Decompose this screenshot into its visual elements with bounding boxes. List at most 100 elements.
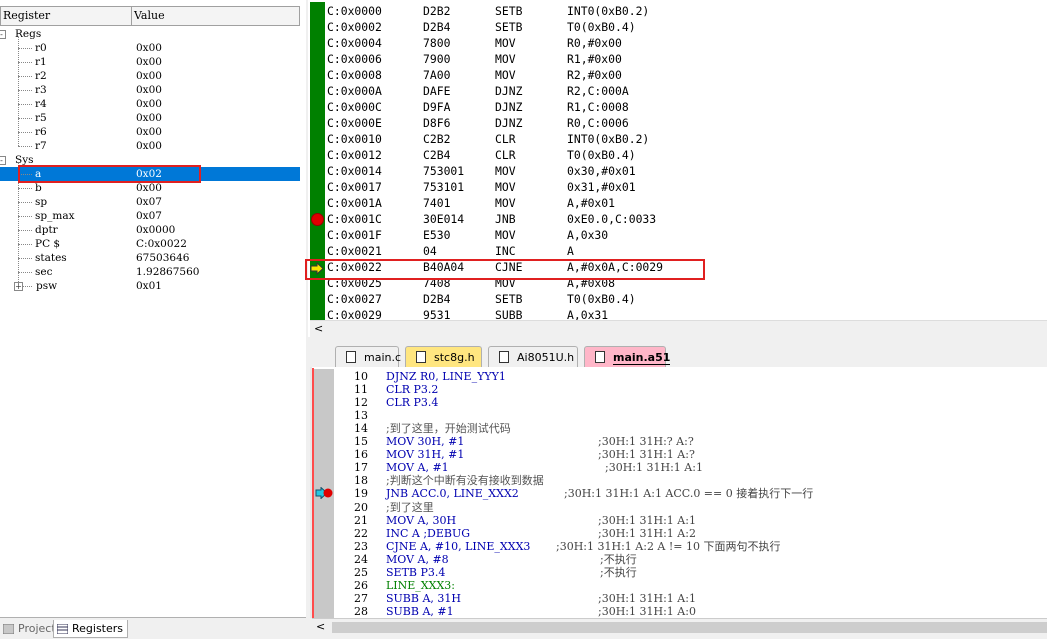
- source-line[interactable]: 14 ;到了这里，开始测试代码: [0, 422, 1040, 435]
- source-line[interactable]: 27 SUBB A, 31H ;30H:1 31H:1 A:1: [0, 592, 1040, 605]
- register-row[interactable]: r4 0x00: [0, 97, 300, 111]
- disassembly-row[interactable]: C:0x0021 04 INC A: [327, 243, 1027, 259]
- register-row[interactable]: r2 0x00: [0, 69, 300, 83]
- register-value[interactable]: 0x0000: [136, 223, 175, 237]
- tree-vertical-connector: [18, 37, 19, 146]
- source-line[interactable]: 15 MOV 30H, #1 ;30H:1 31H:? A:?: [0, 435, 1040, 448]
- register-row[interactable]: sec 1.92867560: [0, 265, 300, 279]
- line-number: 27: [354, 591, 368, 605]
- tab-registers[interactable]: Registers: [53, 620, 128, 638]
- source-line[interactable]: 22 INC A ;DEBUG ;30H:1 31H:1 A:2: [0, 527, 1040, 540]
- source-line[interactable]: 26 LINE_XXX3:: [0, 579, 1040, 592]
- tab-main-c[interactable]: main.c: [335, 346, 401, 367]
- disassembly-address: C:0x0006: [327, 52, 382, 66]
- disassembly-row[interactable]: C:0x000A DAFE DJNZ R2,C:000A: [327, 83, 1027, 99]
- register-value[interactable]: 0x07: [136, 195, 162, 209]
- collapse-icon[interactable]: -: [0, 156, 6, 165]
- register-row[interactable]: b 0x00: [0, 181, 300, 195]
- disassembly-address: C:0x0002: [327, 20, 382, 34]
- source-line[interactable]: 16 MOV 31H, #1 ;30H:1 31H:1 A:?: [0, 448, 1040, 461]
- register-value[interactable]: 0x00: [136, 83, 162, 97]
- disassembly-row[interactable]: C:0x0008 7A00 MOV R2,#0x00: [327, 67, 1027, 83]
- register-row[interactable]: r5 0x00: [0, 111, 300, 125]
- disassembly-operands: T0(0xB0.4): [567, 292, 636, 306]
- disassembly-row[interactable]: C:0x0010 C2B2 CLR INT0(0xB0.2): [327, 131, 1027, 147]
- value-column-header[interactable]: Value: [132, 7, 299, 25]
- disassembly-row[interactable]: C:0x000E D8F6 DJNZ R0,C:0006: [327, 115, 1027, 131]
- register-value[interactable]: 0x00: [136, 69, 162, 83]
- tab-project[interactable]: Project: [0, 620, 56, 638]
- disassembly-row[interactable]: C:0x0004 7800 MOV R0,#0x00: [327, 35, 1027, 51]
- register-row[interactable]: dptr 0x0000: [0, 223, 300, 237]
- register-row[interactable]: r1 0x00: [0, 55, 300, 69]
- source-code: LINE_XXX3:: [386, 578, 456, 592]
- disassembly-row[interactable]: C:0x001A 7401 MOV A,#0x01: [327, 195, 1027, 211]
- source-code: ;到了这里，开始测试代码: [386, 422, 511, 436]
- source-line[interactable]: 19 JNB ACC.0, LINE_XXX2 ;30H:1 31H:1 A:1 A…: [0, 487, 1040, 500]
- source-line[interactable]: 25 SETB P3.4 ;不执行: [0, 566, 1040, 579]
- register-group-regs[interactable]: - Regs: [0, 27, 300, 41]
- disassembly-operands: 0xE0.0,C:0033: [567, 212, 657, 226]
- disassembly-row[interactable]: C:0x0017 753101 MOV 0x31,#0x01: [327, 179, 1027, 195]
- disassembly-row[interactable]: C:0x0002 D2B4 SETB T0(0xB0.4): [327, 19, 1027, 35]
- register-row[interactable]: r0 0x00: [0, 41, 300, 55]
- source-line[interactable]: 10 DJNZ R0, LINE_YYY1: [0, 370, 1040, 383]
- register-row[interactable]: r7 0x00: [0, 139, 300, 153]
- register-value[interactable]: 1.92867560: [136, 265, 199, 279]
- source-line[interactable]: 11 CLR P3.2: [0, 383, 1040, 396]
- source-line[interactable]: 23 CJNE A, #10, LINE_XXX3 ;30H:1 31H:1 A:2…: [0, 540, 1040, 553]
- register-value[interactable]: 0x00: [136, 41, 162, 55]
- register-row[interactable]: states 67503646: [0, 251, 300, 265]
- register-row[interactable]: PC $ C:0x0022: [0, 237, 300, 251]
- register-value[interactable]: 0x00: [136, 139, 162, 153]
- source-line[interactable]: 18 ;判断这个中断有没有接收到数据: [0, 474, 1040, 487]
- register-row[interactable]: r3 0x00: [0, 83, 300, 97]
- tab-main-a51[interactable]: main.a51: [584, 346, 671, 367]
- collapse-icon[interactable]: -: [0, 30, 6, 39]
- register-value[interactable]: 0x07: [136, 209, 162, 223]
- disassembly-row[interactable]: C:0x0012 C2B4 CLR T0(0xB0.4): [327, 147, 1027, 163]
- disassembly-row[interactable]: C:0x0000 D2B2 SETB INT0(0xB0.2): [327, 3, 1027, 19]
- disassembly-horizontal-scrollbar[interactable]: <: [310, 320, 1047, 337]
- register-value[interactable]: 0x00: [136, 181, 162, 195]
- register-value[interactable]: 0x00: [136, 111, 162, 125]
- line-number: 22: [354, 526, 368, 540]
- register-row[interactable]: + psw 0x01: [0, 279, 300, 293]
- disassembly-row[interactable]: C:0x001C 30E014 JNB 0xE0.0,C:0033: [327, 211, 1027, 227]
- scroll-left-button[interactable]: <: [314, 321, 323, 337]
- register-value[interactable]: 67503646: [136, 251, 189, 265]
- register-value[interactable]: C:0x0022: [136, 237, 187, 251]
- editor-horizontal-scrollbar[interactable]: <: [312, 618, 1047, 637]
- register-column-header[interactable]: Register: [1, 7, 132, 25]
- disassembly-row[interactable]: C:0x0006 7900 MOV R1,#0x00: [327, 51, 1027, 67]
- disassembly-breakpoint-icon[interactable]: [311, 213, 324, 226]
- editor-scroll-left-button[interactable]: <: [316, 620, 325, 633]
- source-line[interactable]: 12 CLR P3.4: [0, 396, 1040, 409]
- disassembly-mnemonic: DJNZ: [495, 100, 523, 114]
- register-value[interactable]: 0x00: [136, 97, 162, 111]
- source-line[interactable]: 28 SUBB A, #1 ;30H:1 31H:1 A:0: [0, 605, 1040, 618]
- source-code: MOV 31H, #1: [386, 448, 465, 462]
- register-value[interactable]: 0x01: [136, 279, 162, 293]
- register-value[interactable]: 0x00: [136, 55, 162, 69]
- tab-ai8051u-h[interactable]: Ai8051U.h: [488, 346, 578, 367]
- disassembly-mnemonic: SETB: [495, 4, 523, 18]
- register-row[interactable]: r6 0x00: [0, 125, 300, 139]
- disassembly-address: C:0x0021: [327, 244, 382, 258]
- disassembly-operands: R2,#0x00: [567, 68, 622, 82]
- editor-scroll-thumb[interactable]: [332, 622, 1047, 633]
- source-line[interactable]: 13: [0, 409, 1040, 422]
- disassembly-row[interactable]: C:0x000C D9FA DJNZ R1,C:0008: [327, 99, 1027, 115]
- source-line[interactable]: 24 MOV A, #8 ;不执行: [0, 553, 1040, 566]
- source-line[interactable]: 21 MOV A, 30H ;30H:1 31H:1 A:1: [0, 514, 1040, 527]
- source-line[interactable]: 17 MOV A, #1 ;30H:1 31H:1 A:1: [0, 461, 1040, 474]
- source-code: DJNZ R0, LINE_YYY1: [386, 370, 506, 383]
- register-row[interactable]: sp 0x07: [0, 195, 300, 209]
- disassembly-row[interactable]: C:0x001F E530 MOV A,0x30: [327, 227, 1027, 243]
- source-line[interactable]: 20 ;到了这里: [0, 501, 1040, 514]
- register-value[interactable]: 0x00: [136, 125, 162, 139]
- register-row[interactable]: sp_max 0x07: [0, 209, 300, 223]
- tab-stc8g-h[interactable]: stc8g.h: [405, 346, 482, 367]
- disassembly-row[interactable]: C:0x0014 753001 MOV 0x30,#0x01: [327, 163, 1027, 179]
- disassembly-row[interactable]: C:0x0027 D2B4 SETB T0(0xB0.4): [327, 291, 1027, 307]
